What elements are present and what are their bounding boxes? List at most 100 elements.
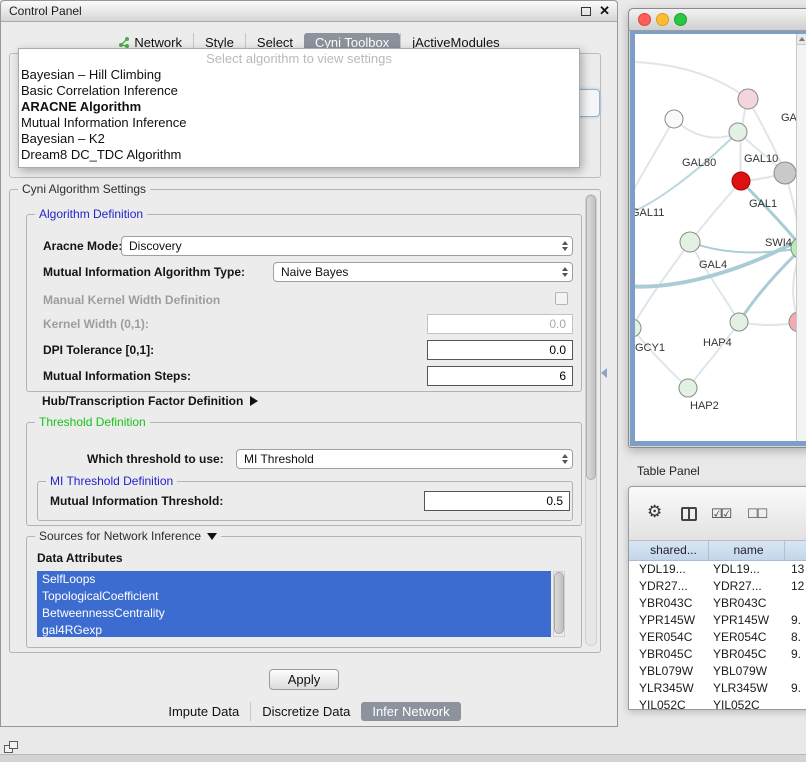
cell: YIL052C bbox=[629, 697, 709, 709]
dropdown-item-selected[interactable]: ARACNE Algorithm bbox=[19, 99, 579, 115]
collapse-arrow-icon bbox=[207, 533, 217, 540]
network-window-titlebar[interactable] bbox=[629, 9, 806, 31]
close-traffic-light[interactable] bbox=[638, 13, 651, 26]
bottom-panel-edge bbox=[0, 754, 806, 762]
tab-label: Infer Network bbox=[372, 704, 449, 719]
node-gcy1[interactable] bbox=[635, 319, 641, 337]
expand-arrow-icon bbox=[250, 396, 258, 406]
cell: YBL079W bbox=[629, 663, 709, 680]
dropdown-item[interactable]: Basic Correlation Inference bbox=[19, 83, 579, 99]
scrollbar-thumb[interactable] bbox=[554, 572, 564, 634]
minimize-traffic-light[interactable] bbox=[656, 13, 669, 26]
settings-scrollbar[interactable] bbox=[585, 194, 597, 646]
deselect-all-icon[interactable]: ☐☐ bbox=[747, 506, 766, 522]
scrollbar-thumb[interactable] bbox=[586, 195, 596, 480]
algorithm-definition-group: Algorithm Definition Aracne Mode: Discov… bbox=[26, 214, 582, 392]
dropdown-item[interactable]: Dream8 DC_TDC Algorithm bbox=[19, 147, 579, 163]
node-label: GAL11 bbox=[635, 207, 664, 219]
cell: YDR27... bbox=[629, 578, 709, 595]
dropdown-item[interactable]: Bayesian – Hill Climbing bbox=[19, 67, 579, 83]
list-item[interactable]: TopologicalCoefficient bbox=[37, 588, 551, 605]
node[interactable] bbox=[729, 123, 747, 141]
cell: YDR27... bbox=[709, 578, 785, 595]
cell: YBL079W bbox=[709, 663, 785, 680]
column-header-shared-name[interactable]: shared... bbox=[629, 541, 709, 560]
table-row[interactable]: YPR145WYPR145W9. bbox=[629, 612, 806, 629]
table-row[interactable]: YBL079WYBL079W bbox=[629, 663, 806, 680]
mi-threshold-field[interactable]: 0.5 bbox=[424, 491, 570, 511]
select-all-icon[interactable]: ☑☑ bbox=[711, 506, 730, 522]
table-row[interactable]: YER054CYER054C8. bbox=[629, 629, 806, 646]
kernel-width-field[interactable]: 0.0 bbox=[427, 314, 573, 334]
cell: YLR345W bbox=[709, 680, 785, 697]
table-row[interactable]: YIL052CYIL052C bbox=[629, 697, 806, 709]
control-panel-titlebar[interactable]: Control Panel ✕ bbox=[1, 1, 617, 22]
node-label: GAL10 bbox=[744, 153, 778, 165]
tab-discretize-data[interactable]: Discretize Data bbox=[250, 702, 361, 721]
list-item[interactable]: BetweennessCentrality bbox=[37, 605, 551, 622]
table-row[interactable]: YDL19...YDL19...13 bbox=[629, 561, 806, 578]
mi-threshold-definition-group: MI Threshold Definition Mutual Informati… bbox=[37, 481, 573, 521]
hub-definition-expander[interactable]: Hub/Transcription Factor Definition bbox=[42, 394, 258, 408]
column-settings-icon[interactable] bbox=[681, 507, 697, 521]
node-hap4[interactable] bbox=[730, 313, 748, 331]
mi-threshold-label: Mutual Information Threshold: bbox=[50, 494, 223, 508]
node-gal7[interactable] bbox=[738, 89, 758, 109]
table-panel-title: Table Panel bbox=[637, 464, 700, 478]
network-canvas[interactable]: GAL7 GAL80 GAL10 GAL11 GAL1 SWI4 GAL4 GC… bbox=[630, 31, 806, 446]
cell: YLR345W bbox=[629, 680, 709, 697]
column-header-name[interactable]: name bbox=[709, 541, 785, 560]
column-header-cut[interactable] bbox=[785, 541, 806, 560]
mi-steps-field[interactable]: 6 bbox=[427, 366, 573, 386]
splitter-collapse-arrow[interactable] bbox=[601, 368, 607, 378]
table-row[interactable]: YBR045CYBR045C9. bbox=[629, 646, 806, 663]
tab-infer-network[interactable]: Infer Network bbox=[361, 702, 460, 721]
dropdown-placeholder: Select algorithm to view settings bbox=[19, 50, 579, 67]
cell: 9. bbox=[785, 646, 806, 663]
apply-button[interactable]: Apply bbox=[269, 669, 339, 690]
dropdown-item[interactable]: Bayesian – K2 bbox=[19, 131, 579, 147]
dpi-tolerance-field[interactable]: 0.0 bbox=[427, 340, 573, 360]
node-gal4[interactable] bbox=[680, 232, 700, 252]
cell bbox=[785, 697, 806, 709]
zoom-traffic-light[interactable] bbox=[674, 13, 687, 26]
cell: 8. bbox=[785, 629, 806, 646]
network-view-window: GAL7 GAL80 GAL10 GAL11 GAL1 SWI4 GAL4 GC… bbox=[628, 8, 806, 448]
dropdown-item[interactable]: Mutual Information Inference bbox=[19, 115, 579, 131]
node-selected-red[interactable] bbox=[732, 172, 750, 190]
scroll-up-arrow[interactable] bbox=[797, 34, 806, 45]
tab-label: Discretize Data bbox=[262, 704, 350, 719]
node-gal10[interactable] bbox=[774, 162, 796, 184]
close-icon[interactable]: ✕ bbox=[599, 3, 610, 19]
threshold-definition-group: Threshold Definition Which threshold to … bbox=[26, 422, 582, 526]
table-row[interactable]: YBR043CYBR043C bbox=[629, 595, 806, 612]
list-item[interactable]: SelfLoops bbox=[37, 571, 551, 588]
list-scrollbar[interactable] bbox=[553, 571, 565, 637]
kernel-width-label: Kernel Width (0,1): bbox=[43, 317, 149, 331]
aracne-mode-select[interactable]: Discovery bbox=[121, 236, 573, 256]
network-scrollbar[interactable] bbox=[796, 34, 806, 441]
node-hap2[interactable] bbox=[679, 379, 697, 397]
manual-kernel-width-checkbox[interactable] bbox=[555, 292, 568, 305]
which-threshold-select[interactable]: MI Threshold bbox=[236, 449, 573, 469]
sources-expander[interactable]: Sources for Network Inference bbox=[35, 529, 221, 543]
window-title: Control Panel bbox=[9, 1, 82, 22]
aracne-mode-label: Aracne Mode: bbox=[43, 239, 122, 253]
list-item[interactable]: gal4RGexp bbox=[37, 622, 551, 637]
gear-icon[interactable]: ⚙ bbox=[647, 502, 662, 522]
node-label: HAP2 bbox=[690, 400, 719, 412]
mi-algorithm-type-select[interactable]: Naive Bayes bbox=[273, 262, 573, 282]
table-row[interactable]: YDR27...YDR27...12 bbox=[629, 578, 806, 595]
cell: YPR145W bbox=[629, 612, 709, 629]
data-attributes-label: Data Attributes bbox=[37, 551, 123, 565]
manual-kernel-width-label: Manual Kernel Width Definition bbox=[43, 293, 220, 307]
node-label: GCY1 bbox=[635, 342, 665, 354]
selected-value: Discovery bbox=[122, 237, 557, 255]
cell: YER054C bbox=[709, 629, 785, 646]
node[interactable] bbox=[665, 110, 683, 128]
cell: 9. bbox=[785, 680, 806, 697]
table-row[interactable]: YLR345WYLR345W9. bbox=[629, 680, 806, 697]
tab-impute-data[interactable]: Impute Data bbox=[157, 702, 250, 721]
float-window-icon[interactable] bbox=[581, 7, 591, 16]
group-title: Threshold Definition bbox=[35, 415, 150, 429]
